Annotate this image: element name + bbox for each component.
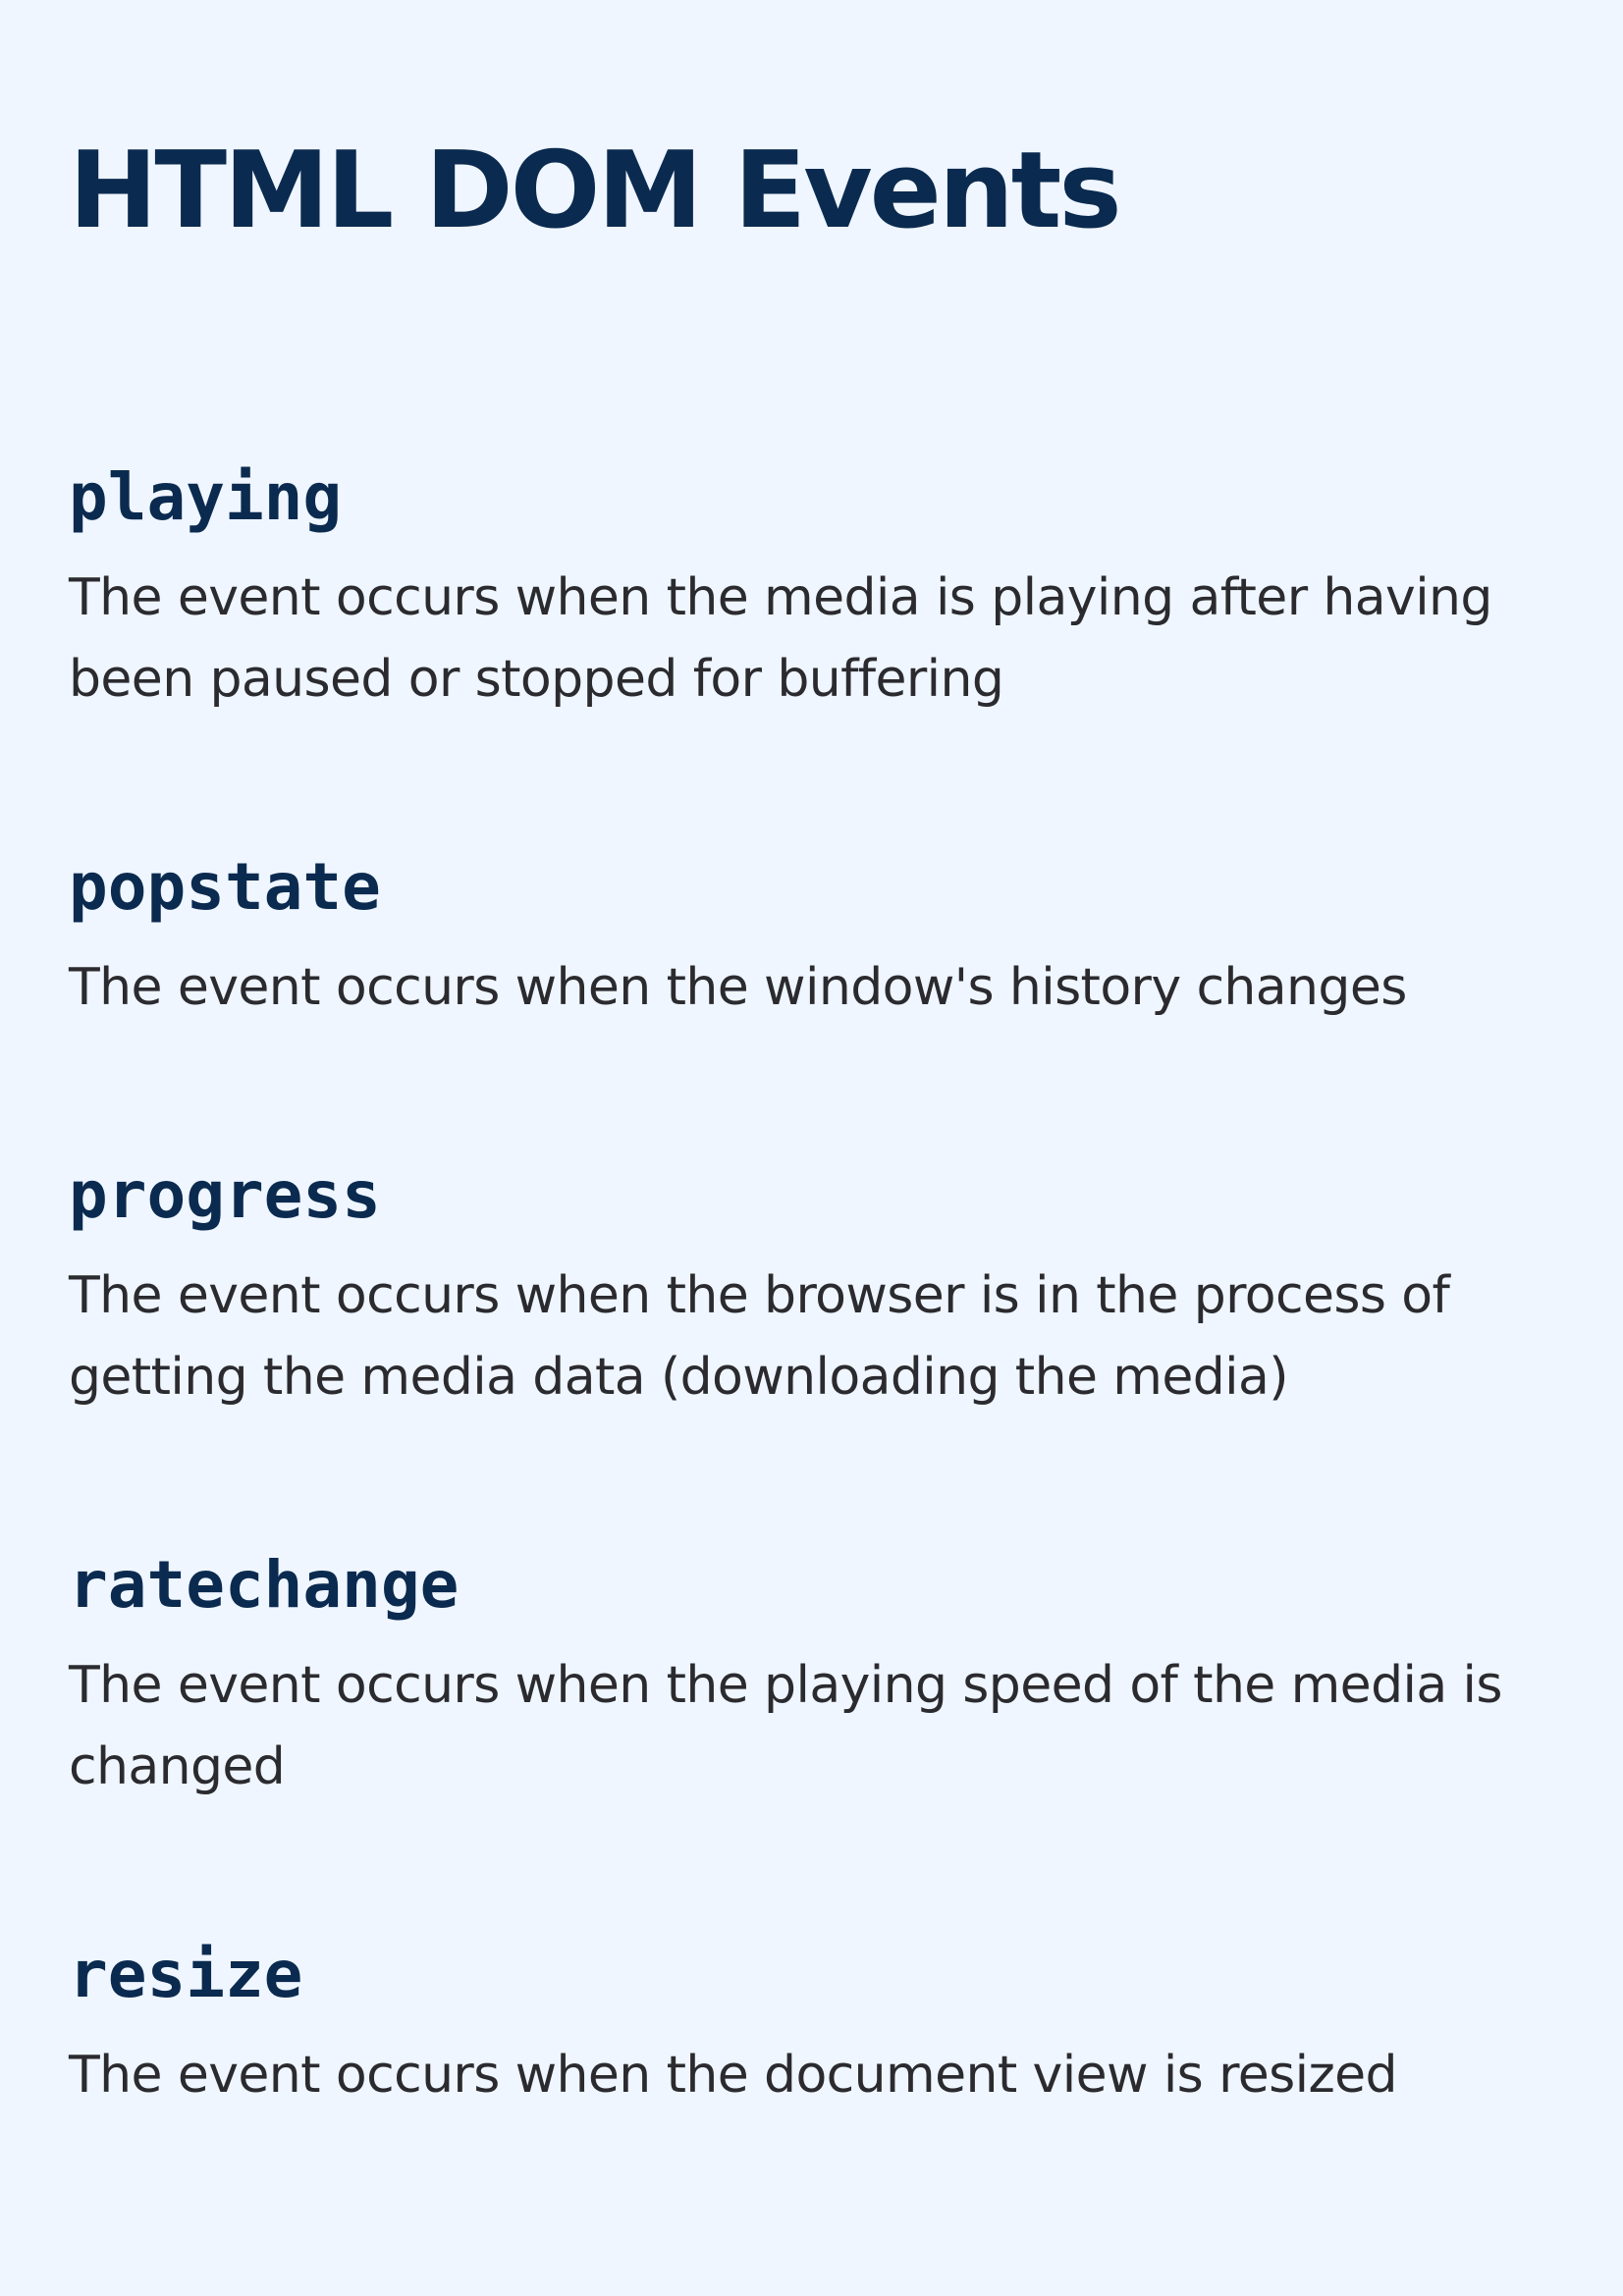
- event-description: The event occurs when the media is playi…: [69, 568, 1492, 709]
- event-name: popstate: [69, 849, 381, 925]
- event-name: progress: [69, 1157, 381, 1233]
- event-description: The event occurs when the window's histo…: [69, 958, 1407, 1017]
- event-name: ratechange: [69, 1547, 460, 1623]
- event-entry-popstate: popstate The event occurs when the windo…: [69, 848, 1581, 1029]
- event-name: resize: [69, 1937, 303, 2012]
- event-entry-resize: resize The event occurs when the documen…: [69, 1936, 1581, 2116]
- event-entry-progress: progress The event occurs when the brows…: [69, 1156, 1581, 1418]
- event-description: The event occurs when the browser is in …: [69, 1266, 1450, 1407]
- event-entry-ratechange: ratechange The event occurs when the pla…: [69, 1546, 1581, 1808]
- event-description: The event occurs when the playing speed …: [69, 1656, 1502, 1796]
- event-entry-playing: playing The event occurs when the media …: [69, 458, 1581, 721]
- page-title: HTML DOM Events: [69, 130, 1122, 252]
- event-name: playing: [69, 459, 343, 535]
- event-description: The event occurs when the document view …: [69, 2046, 1398, 2105]
